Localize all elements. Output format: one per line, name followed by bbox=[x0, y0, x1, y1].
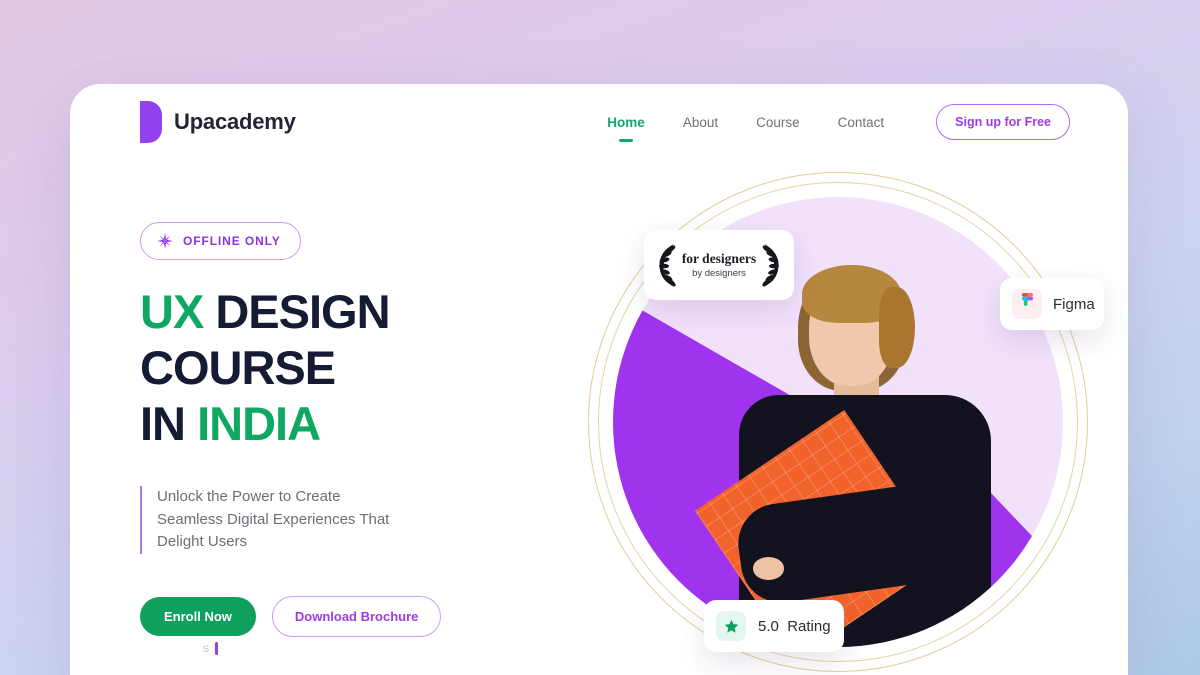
star-icon-tile bbox=[716, 611, 746, 641]
hero-subtitle: Unlock the Power to Create Seamless Digi… bbox=[140, 485, 410, 555]
scroll-hint: S bbox=[203, 642, 219, 656]
main-navigation: Home About Course Contact Sign up for Fr… bbox=[605, 104, 1070, 140]
for-designers-badge-card: for designers by designers bbox=[644, 230, 794, 300]
headline-course: COURSE bbox=[140, 340, 336, 394]
rating-value: 5.0 bbox=[758, 617, 779, 635]
for-designers-title: for designers bbox=[681, 250, 757, 266]
rating-card: 5.0 Rating bbox=[704, 600, 844, 652]
hero-copy: OFFLINE ONLY UX DESIGN COURSE IN INDIA U… bbox=[140, 222, 570, 656]
nav-item-contact[interactable]: Contact bbox=[836, 111, 887, 134]
hero-cta-row: Enroll Now Download Brochure bbox=[140, 596, 570, 638]
figma-icon bbox=[1021, 293, 1033, 306]
page-title: UX DESIGN COURSE IN INDIA bbox=[140, 284, 570, 452]
scroll-hint-bar-icon bbox=[215, 642, 219, 656]
photo-hand bbox=[752, 557, 784, 580]
rating-text: 5.0 Rating bbox=[758, 618, 831, 635]
star-icon bbox=[724, 619, 738, 633]
site-header: Upacademy Home About Course Contact Sign… bbox=[70, 84, 1128, 160]
headline-india: INDIA bbox=[197, 396, 321, 450]
nav-item-about[interactable]: About bbox=[681, 111, 720, 134]
headline-design: DESIGN bbox=[215, 285, 390, 338]
nav-item-home[interactable]: Home bbox=[605, 111, 647, 134]
laurel-wreath-icon-mirrored bbox=[762, 244, 780, 287]
headline-in: IN bbox=[140, 396, 186, 450]
rating-word: Rating bbox=[787, 617, 831, 635]
enroll-now-button[interactable]: Enroll Now bbox=[140, 597, 256, 637]
laurel-wreath-icon bbox=[658, 244, 676, 287]
hero-visual: for designers by designers Figma 5.0 Rat… bbox=[568, 160, 1128, 675]
photo-hair-side bbox=[878, 287, 915, 368]
upacademy-shield-mark-icon bbox=[140, 101, 162, 143]
sparkle-icon bbox=[157, 233, 173, 249]
offline-only-label: OFFLINE ONLY bbox=[183, 234, 281, 248]
brand-name: Upacademy bbox=[174, 109, 296, 134]
nav-item-course[interactable]: Course bbox=[754, 111, 802, 134]
scroll-hint-label: S bbox=[203, 643, 210, 654]
offline-only-badge: OFFLINE ONLY bbox=[140, 222, 301, 260]
download-brochure-button[interactable]: Download Brochure bbox=[271, 596, 442, 638]
figma-icon-tile bbox=[1012, 289, 1042, 319]
by-designers-subtitle: by designers bbox=[692, 267, 746, 279]
headline-ux: UX bbox=[140, 285, 204, 338]
figma-label: Figma bbox=[1053, 295, 1095, 313]
landing-page-card: Upacademy Home About Course Contact Sign… bbox=[70, 84, 1128, 675]
signup-button[interactable]: Sign up for Free bbox=[936, 104, 1070, 140]
brand-logo[interactable]: Upacademy bbox=[140, 101, 296, 143]
hero-section: OFFLINE ONLY UX DESIGN COURSE IN INDIA U… bbox=[70, 160, 1128, 675]
figma-tool-card: Figma bbox=[1000, 278, 1104, 330]
